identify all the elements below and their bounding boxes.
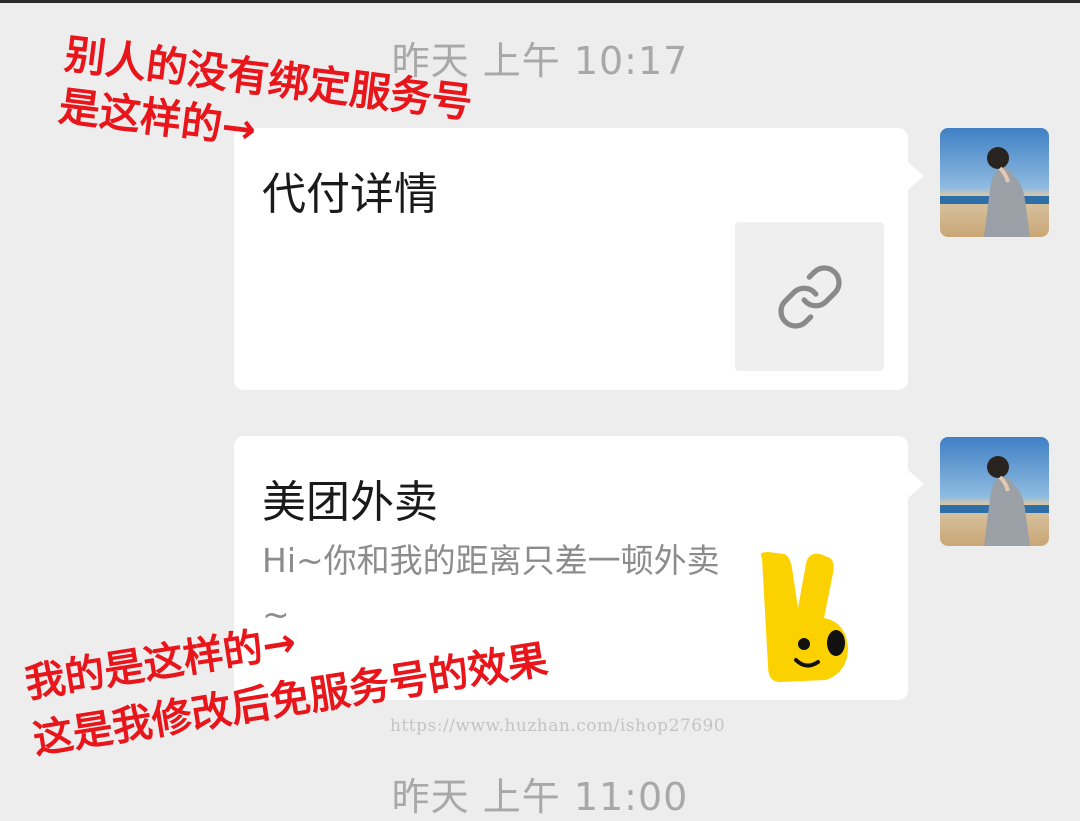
watermark-url: https://www.huzhan.com/ishop27690	[390, 716, 726, 736]
card-description: Hi~你和我的距离只差一顿外卖~	[262, 541, 720, 634]
message-card-meituan[interactable]: 美团外卖 Hi~你和我的距离只差一顿外卖~	[234, 436, 924, 700]
avatar[interactable]	[940, 437, 1049, 546]
avatar[interactable]	[940, 128, 1049, 237]
top-edge-line	[0, 0, 1080, 3]
avatar-photo	[940, 437, 1049, 546]
meituan-thumbnail	[750, 548, 870, 683]
link-icon	[777, 264, 842, 329]
message-card-payment-details[interactable]: 代付详情	[234, 128, 924, 390]
link-thumbnail	[735, 222, 884, 371]
card-title: 美团外卖	[262, 477, 438, 528]
card-title: 代付详情	[262, 169, 438, 220]
timestamp-bottom: 昨天 上午 11:00	[391, 775, 689, 819]
avatar-photo	[940, 128, 1049, 237]
meituan-mascot-icon	[760, 552, 848, 682]
